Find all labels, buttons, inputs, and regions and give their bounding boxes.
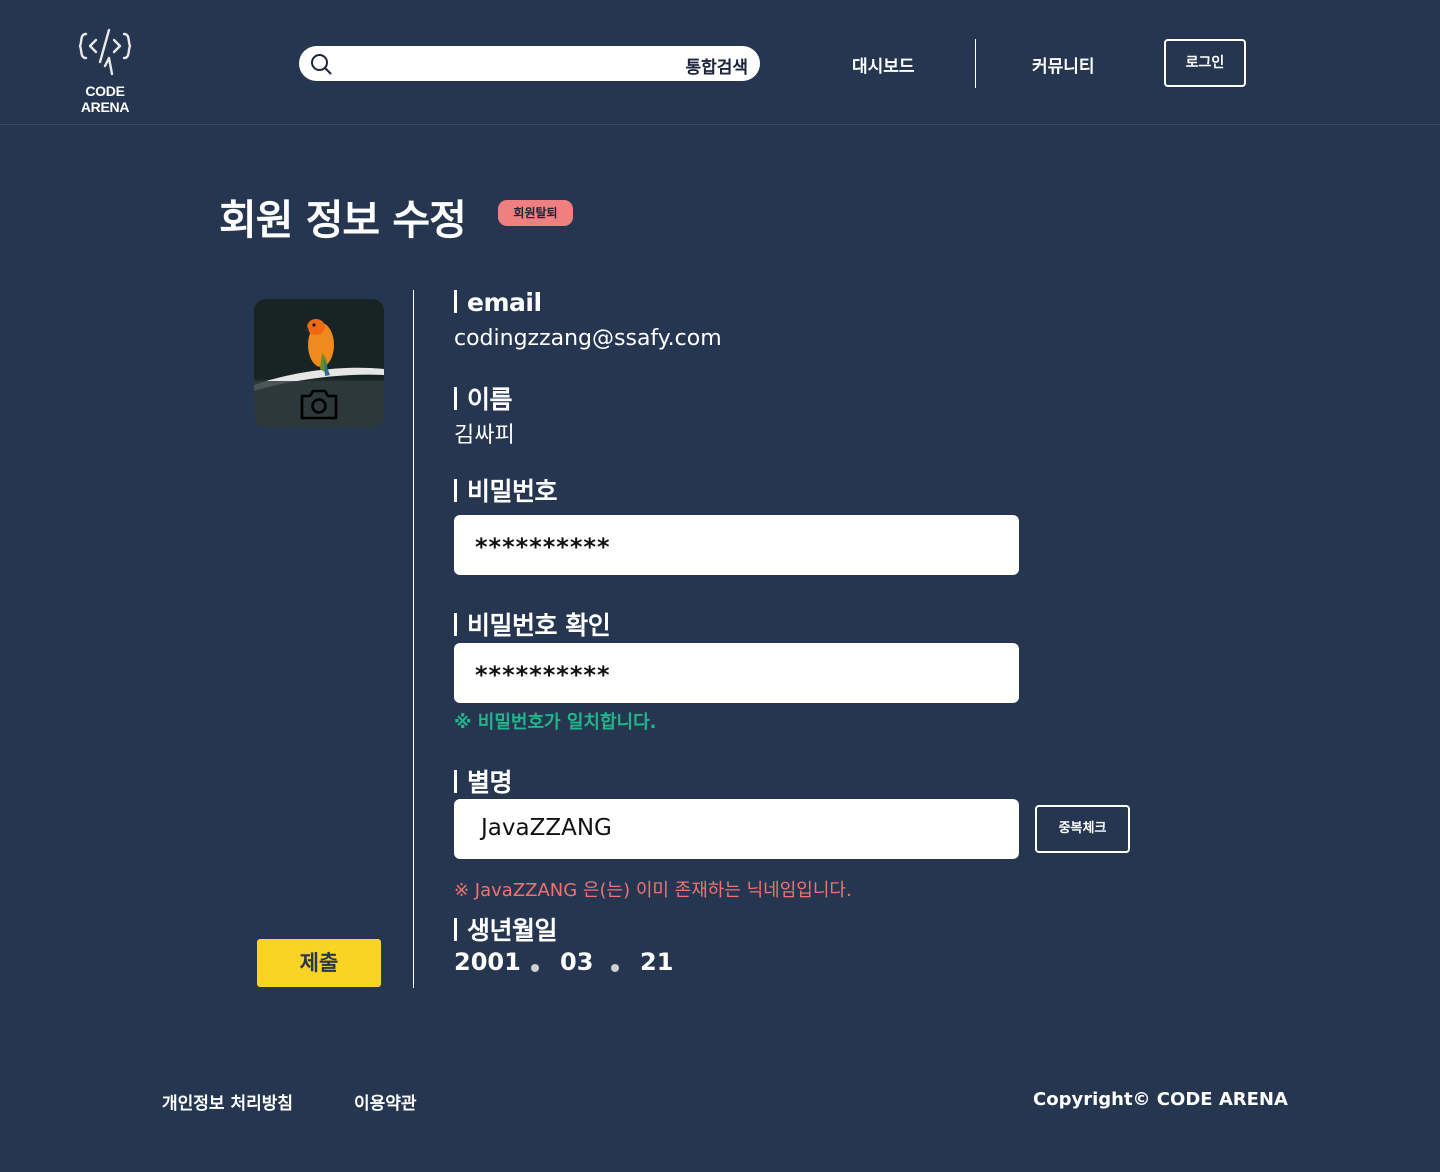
privacy-policy-link[interactable]: 개인정보 처리방침 bbox=[162, 1089, 293, 1114]
password-label: 비밀번호 bbox=[454, 472, 558, 508]
nav-divider bbox=[975, 39, 976, 88]
nickname-field[interactable]: JavaZZANG bbox=[454, 799, 1019, 859]
profile-avatar[interactable] bbox=[254, 299, 384, 428]
password-field[interactable]: ********** bbox=[454, 515, 1019, 575]
birthdate-label: 생년월일 bbox=[454, 911, 558, 947]
email-label: email bbox=[454, 288, 542, 317]
birth-separator-dot bbox=[531, 964, 539, 972]
nickname-label: 별명 bbox=[454, 763, 513, 799]
password-confirm-field[interactable]: ********** bbox=[454, 643, 1019, 703]
copyright-text: Copyright© CODE ARENA bbox=[1033, 1089, 1288, 1110]
birth-separator-dot bbox=[611, 964, 619, 972]
password-match-message: ※ 비밀번호가 일치합니다. bbox=[454, 712, 657, 733]
email-value: codingzzang@ssafy.com bbox=[454, 326, 722, 351]
nickname-error-message: ※ JavaZZANG 은(는) 이미 존재하는 닉네임입니다. bbox=[454, 880, 852, 901]
section-divider bbox=[413, 290, 414, 988]
profile-edit-page: CODE ARENA 통합검색 대시보드 커뮤니티 로그인 회원 정보 수정 회… bbox=[0, 0, 1440, 1172]
terms-link[interactable]: 이용약관 bbox=[354, 1089, 417, 1114]
code-logo-icon bbox=[78, 28, 132, 76]
logo[interactable]: CODE ARENA bbox=[62, 28, 152, 115]
nav-dashboard-link[interactable]: 대시보드 bbox=[852, 52, 915, 77]
password-confirm-label: 비밀번호 확인 bbox=[454, 606, 611, 642]
login-button[interactable]: 로그인 bbox=[1164, 39, 1246, 87]
top-header: CODE ARENA 통합검색 대시보드 커뮤니티 로그인 bbox=[0, 0, 1440, 125]
birth-day: 21 bbox=[640, 948, 674, 976]
search-bar[interactable]: 통합검색 bbox=[299, 46, 760, 81]
search-input[interactable] bbox=[339, 50, 659, 77]
name-value: 김싸피 bbox=[454, 423, 515, 448]
name-label: 이름 bbox=[454, 380, 513, 416]
password-value: ********** bbox=[475, 533, 611, 561]
camera-icon[interactable] bbox=[299, 387, 339, 421]
search-button-label[interactable]: 통합검색 bbox=[685, 53, 748, 78]
withdraw-button[interactable]: 회원탈퇴 bbox=[498, 200, 573, 226]
birth-month: 03 bbox=[560, 948, 594, 976]
duplicate-check-button[interactable]: 중복체크 bbox=[1035, 805, 1130, 853]
page-title: 회원 정보 수정 bbox=[219, 196, 467, 244]
nickname-value: JavaZZANG bbox=[481, 815, 612, 841]
submit-button[interactable]: 제출 bbox=[257, 939, 381, 987]
logo-text: CODE ARENA bbox=[80, 83, 130, 115]
search-icon[interactable] bbox=[310, 53, 332, 75]
birth-year: 2001 bbox=[454, 948, 521, 976]
password-confirm-value: ********** bbox=[475, 661, 611, 689]
nav-community-link[interactable]: 커뮤니티 bbox=[1032, 52, 1095, 77]
